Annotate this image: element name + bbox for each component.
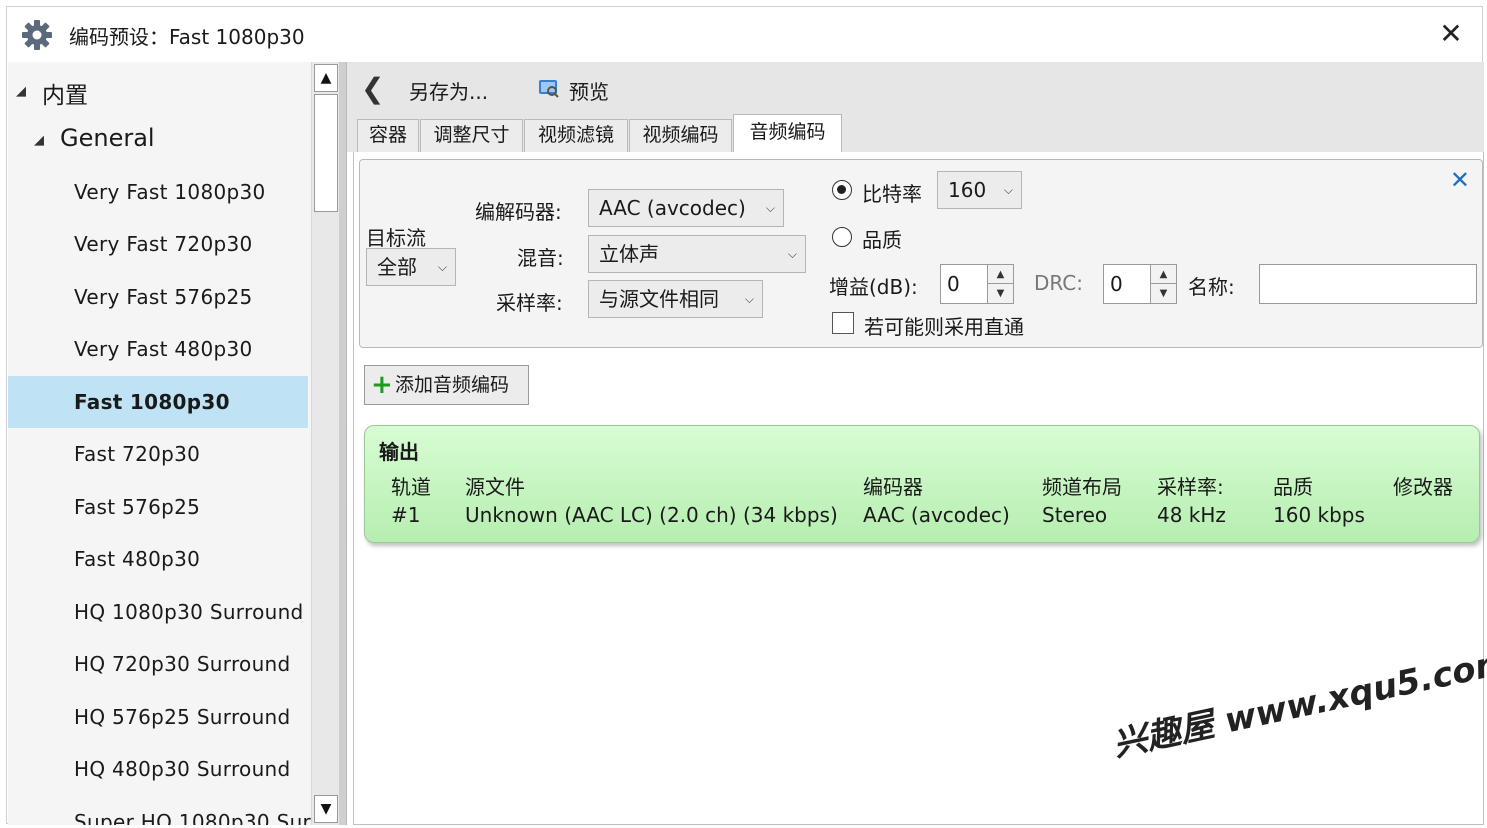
collapse-caret-icon[interactable]: ◢ <box>16 84 26 99</box>
output-summary-panel: 输出 轨道 源文件 编码器 频道布局 采样率: 品质 修改器 #1 Unknow… <box>364 425 1480 543</box>
output-header-layout: 频道布局 <box>1042 475 1122 499</box>
tab-video-encoding[interactable]: 视频编码 <box>629 119 732 152</box>
tab-strip: 容器 调整尺寸 视频滤镜 视频编码 音频编码 <box>347 112 1484 153</box>
preset-item[interactable]: HQ 720p30 Surround <box>8 638 308 690</box>
preset-item[interactable]: Super HQ 1080p30 Sur <box>8 796 311 825</box>
add-audio-encoding-button[interactable]: + 添加音频编码 <box>364 365 529 405</box>
chevron-down-icon: ⌵ <box>437 260 447 274</box>
back-arrow-icon[interactable]: ❮ <box>361 72 384 105</box>
name-label: 名称: <box>1188 275 1235 299</box>
output-value-samplerate: 48 kHz <box>1157 503 1226 527</box>
samplerate-label: 采样率: <box>496 291 563 315</box>
window-title: 编码预设：Fast 1080p30 <box>69 25 305 49</box>
preset-item[interactable]: Very Fast 480p30 <box>8 323 308 375</box>
spin-down-icon[interactable]: ▼ <box>988 284 1013 303</box>
output-value-layout: Stereo <box>1042 503 1108 527</box>
chevron-down-icon: ⌵ <box>1003 183 1013 197</box>
chevron-down-icon: ⌵ <box>787 247 797 261</box>
mixdown-label: 混音: <box>517 246 564 270</box>
gain-value: 0 <box>947 272 960 296</box>
preset-item[interactable]: Very Fast 576p25 <box>8 271 308 323</box>
preset-item[interactable]: Very Fast 720p30 <box>8 218 308 270</box>
quality-label: 品质 <box>862 228 902 252</box>
target-stream-label: 目标流 <box>366 226 426 250</box>
preset-tree: ◢ 内置 ◢ General Very Fast 1080p30 Very Fa… <box>8 62 311 825</box>
save-as-button[interactable]: 另存为... <box>409 76 488 105</box>
tree-root-label: 内置 <box>42 83 88 109</box>
pane-splitter[interactable] <box>339 62 347 825</box>
spinner-buttons: ▲ ▼ <box>987 265 1013 303</box>
collapse-caret-icon[interactable]: ◢ <box>34 133 44 148</box>
passthru-checkbox[interactable] <box>832 312 854 334</box>
output-title: 输出 <box>379 440 419 464</box>
output-header-modifier: 修改器 <box>1393 475 1453 499</box>
spinner-buttons: ▲ ▼ <box>1150 265 1176 303</box>
bitrate-label: 比特率 <box>862 182 922 206</box>
preset-item[interactable]: Fast 576p25 <box>8 481 308 533</box>
quality-radio[interactable] <box>832 227 852 247</box>
remove-track-close-icon[interactable]: ✕ <box>1450 166 1470 194</box>
mixdown-dropdown[interactable]: 立体声 ⌵ <box>588 235 806 273</box>
codec-value: AAC (avcodec) <box>599 196 746 220</box>
chevron-down-icon: ⌵ <box>765 201 775 215</box>
chevron-down-icon: ⌵ <box>744 292 754 306</box>
drc-spinner[interactable]: 0 ▲ ▼ <box>1103 264 1177 304</box>
spin-up-icon[interactable]: ▲ <box>988 265 1013 284</box>
tree-group-label: General <box>60 124 155 152</box>
output-header-source: 源文件 <box>465 475 525 499</box>
tab-video-filters[interactable]: 视频滤镜 <box>524 119 628 152</box>
preset-item[interactable]: HQ 576p25 Surround <box>8 691 308 743</box>
preview-icon <box>539 80 559 98</box>
tab-resize[interactable]: 调整尺寸 <box>420 119 523 152</box>
target-stream-dropdown[interactable]: 全部 ⌵ <box>366 248 456 286</box>
scroll-up-icon[interactable]: ▲ <box>314 64 338 92</box>
title-bar: 编码预设：Fast 1080p30 ✕ <box>7 7 1482 62</box>
tab-audio-encoding[interactable]: 音频编码 <box>733 114 842 153</box>
passthru-label: 若可能则采用直通 <box>864 315 1024 339</box>
bitrate-value: 160 <box>948 178 987 202</box>
preset-item[interactable]: Fast 480p30 <box>8 533 308 585</box>
output-header-track: 轨道 <box>391 475 431 499</box>
gear-icon <box>22 20 52 50</box>
codec-dropdown[interactable]: AAC (avcodec) ⌵ <box>588 189 784 227</box>
drc-label: DRC: <box>1034 271 1084 295</box>
output-header-encoder: 编码器 <box>863 475 923 499</box>
output-header-quality: 品质 <box>1273 475 1313 499</box>
scroll-down-icon[interactable]: ▼ <box>314 795 338 823</box>
toolbar: ❮ 另存为... 预览 <box>347 62 1484 112</box>
bitrate-dropdown[interactable]: 160 ⌵ <box>937 171 1022 209</box>
samplerate-dropdown[interactable]: 与源文件相同 ⌵ <box>588 280 763 318</box>
add-audio-encoding-label: 添加音频编码 <box>395 374 510 396</box>
gain-spinner[interactable]: 0 ▲ ▼ <box>940 264 1014 304</box>
preset-item[interactable]: HQ 1080p30 Surround <box>8 586 308 638</box>
preset-item-selected[interactable]: Fast 1080p30 <box>8 376 308 428</box>
bitrate-radio[interactable] <box>832 180 852 200</box>
name-input[interactable] <box>1259 264 1477 304</box>
mixdown-value: 立体声 <box>599 242 659 266</box>
gain-label: 增益(dB): <box>829 275 918 299</box>
output-value-track: #1 <box>391 503 421 527</box>
audio-track-panel: 目标流 全部 ⌵ 编解码器: AAC (avcodec) ⌵ 混音: 立体声 ⌵ 采样… <box>359 159 1483 348</box>
preview-button[interactable]: 预览 <box>569 76 609 105</box>
samplerate-value: 与源文件相同 <box>599 287 719 311</box>
output-value-encoder: AAC (avcodec) <box>863 503 1010 527</box>
output-value-quality: 160 kbps <box>1273 503 1365 527</box>
preset-item[interactable]: Very Fast 1080p30 <box>8 166 308 218</box>
tab-container[interactable]: 容器 <box>357 119 419 152</box>
preset-item[interactable]: HQ 480p30 Surround <box>8 743 308 795</box>
output-header-samplerate: 采样率: <box>1157 475 1224 499</box>
target-stream-value: 全部 <box>377 255 417 279</box>
spin-up-icon[interactable]: ▲ <box>1151 265 1176 284</box>
tree-scrollbar[interactable]: ▲ ▼ <box>311 62 339 825</box>
spin-down-icon[interactable]: ▼ <box>1151 284 1176 303</box>
codec-label: 编解码器: <box>475 200 562 224</box>
preset-item[interactable]: Fast 720p30 <box>8 428 308 480</box>
scroll-thumb[interactable] <box>314 94 338 212</box>
drc-value: 0 <box>1110 272 1123 296</box>
output-value-source: Unknown (AAC LC) (2.0 ch) (34 kbps) <box>465 503 838 527</box>
plus-icon: + <box>371 370 393 400</box>
close-icon[interactable]: ✕ <box>1436 19 1466 49</box>
